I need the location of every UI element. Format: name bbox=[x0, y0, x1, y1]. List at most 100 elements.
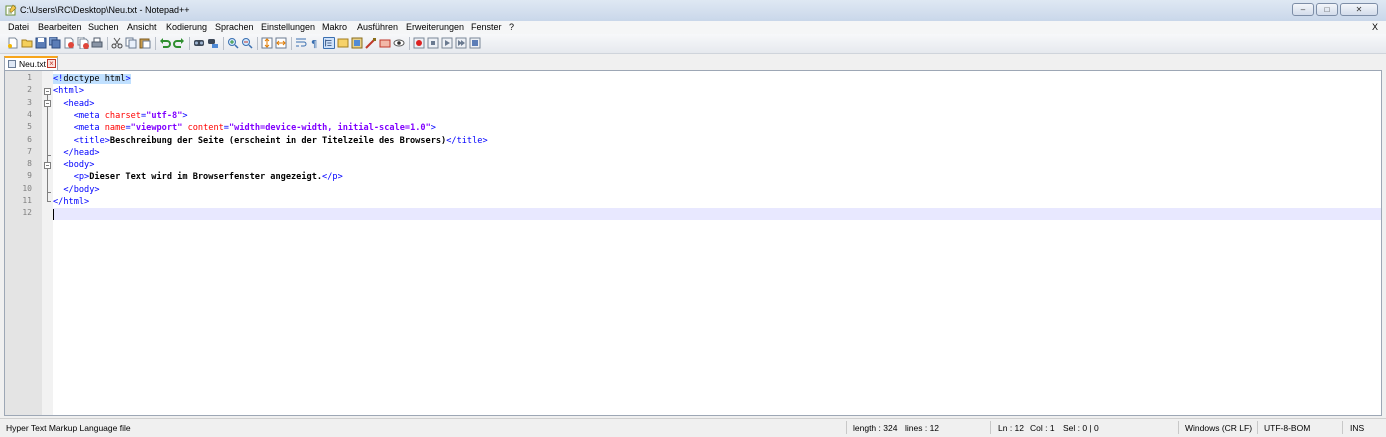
tab-close-icon[interactable]: × bbox=[47, 59, 56, 68]
status-column: Col : 1 bbox=[1030, 423, 1055, 433]
menu-kodierung[interactable]: Kodierung bbox=[166, 22, 207, 32]
document-icon bbox=[8, 60, 16, 68]
current-line-highlight bbox=[53, 208, 1381, 220]
fold-toggle-body[interactable] bbox=[44, 162, 51, 169]
function-list-icon[interactable] bbox=[365, 37, 377, 49]
menu-einstellungen[interactable]: Einstellungen bbox=[261, 22, 315, 32]
folder-workspace-icon[interactable] bbox=[379, 37, 391, 49]
code-line[interactable]: <html> bbox=[53, 85, 84, 97]
code-line[interactable]: </html> bbox=[53, 196, 89, 208]
code-token: </p> bbox=[322, 172, 343, 183]
stop-record-icon[interactable] bbox=[427, 37, 439, 49]
toolbar-separator bbox=[189, 37, 190, 50]
code-line[interactable]: <body> bbox=[53, 159, 94, 171]
menu-help[interactable]: ? bbox=[509, 22, 514, 32]
open-file-icon[interactable] bbox=[21, 37, 33, 49]
cut-icon[interactable] bbox=[111, 37, 123, 49]
menu-ausfuehren[interactable]: Ausführen bbox=[357, 22, 398, 32]
editor[interactable]: 1 2 3 4 5 6 7 8 9 10 11 12 <!doctype html> <html> <h… bbox=[4, 70, 1382, 416]
notepadpp-logo-icon bbox=[5, 4, 17, 16]
code-line[interactable]: <!doctype html> bbox=[53, 73, 131, 85]
code-token: > bbox=[182, 110, 188, 121]
code-line[interactable]: <meta name="viewport" content="width=dev… bbox=[53, 122, 436, 134]
zoom-in-icon[interactable] bbox=[227, 37, 239, 49]
line-number: 6 bbox=[27, 134, 32, 144]
find-icon[interactable] bbox=[193, 37, 205, 49]
code-line[interactable]: <p>Dieser Text wird im Browserfenster an… bbox=[53, 171, 343, 183]
menu-ansicht[interactable]: Ansicht bbox=[127, 22, 157, 32]
save-macro-icon[interactable] bbox=[469, 37, 481, 49]
minimize-button[interactable]: – bbox=[1292, 3, 1314, 16]
user-language-icon[interactable] bbox=[337, 37, 349, 49]
code-token: "utf-8" bbox=[146, 110, 183, 121]
close-icon[interactable] bbox=[63, 37, 75, 49]
replace-icon[interactable] bbox=[207, 37, 219, 49]
menu-erweiterungen[interactable]: Erweiterungen bbox=[406, 22, 464, 32]
code-token: <head> bbox=[53, 98, 95, 109]
menu-bearbeiten[interactable]: Bearbeiten bbox=[38, 22, 82, 32]
maximize-button[interactable]: □ bbox=[1316, 3, 1338, 16]
fold-toggle-head[interactable] bbox=[44, 100, 51, 107]
toolbar-separator bbox=[223, 37, 224, 50]
tab-bar: Neu.txt × bbox=[0, 54, 1386, 70]
code-token: content bbox=[187, 123, 224, 134]
code-line[interactable]: <head> bbox=[53, 98, 94, 110]
indent-guide-icon[interactable] bbox=[323, 37, 335, 49]
zoom-out-icon[interactable] bbox=[241, 37, 253, 49]
monitoring-icon[interactable] bbox=[393, 37, 405, 49]
code-token: </body> bbox=[53, 184, 100, 195]
tab-label: Neu.txt bbox=[19, 59, 46, 69]
paste-icon[interactable] bbox=[139, 37, 151, 49]
code-token: <! bbox=[53, 74, 64, 84]
fold-end-html bbox=[47, 201, 51, 202]
code-token: <meta bbox=[53, 123, 105, 134]
code-token: <p> bbox=[53, 172, 90, 183]
sync-vertical-icon[interactable] bbox=[261, 37, 273, 49]
new-file-icon[interactable] bbox=[7, 37, 19, 49]
play-macro-icon[interactable] bbox=[441, 37, 453, 49]
fold-end-head bbox=[47, 155, 51, 156]
code-line[interactable]: </body> bbox=[53, 184, 100, 196]
menu-sprachen[interactable]: Sprachen bbox=[215, 22, 254, 32]
menu-suchen[interactable]: Suchen bbox=[88, 22, 119, 32]
sync-horizontal-icon[interactable] bbox=[275, 37, 287, 49]
close-all-icon[interactable] bbox=[77, 37, 89, 49]
line-number: 5 bbox=[27, 122, 32, 132]
close-document-button[interactable]: X bbox=[1372, 22, 1378, 32]
close-window-button[interactable]: ✕ bbox=[1340, 3, 1378, 16]
save-all-icon[interactable] bbox=[49, 37, 61, 49]
code-token: Dieser Text wird im Browserfenster angez… bbox=[89, 172, 323, 183]
toolbar-separator bbox=[257, 37, 258, 50]
tab-neu-txt[interactable]: Neu.txt × bbox=[4, 56, 58, 70]
code-token: Beschreibung der Seite (erscheint in der… bbox=[109, 135, 447, 146]
code-token: > bbox=[430, 123, 436, 134]
print-icon[interactable] bbox=[91, 37, 103, 49]
status-separator bbox=[846, 421, 847, 434]
show-all-chars-icon[interactable]: ¶ bbox=[309, 37, 321, 49]
undo-icon[interactable] bbox=[159, 37, 171, 49]
toolbar-separator bbox=[155, 37, 156, 50]
menu-bar: Datei Bearbeiten Suchen Ansicht Kodierun… bbox=[0, 21, 1386, 34]
line-number: 8 bbox=[27, 159, 32, 169]
menu-datei[interactable]: Datei bbox=[8, 22, 29, 32]
save-icon[interactable] bbox=[35, 37, 47, 49]
line-number: 7 bbox=[27, 146, 32, 156]
window-title: C:\Users\RC\Desktop\Neu.txt - Notepad++ bbox=[20, 5, 190, 15]
menu-fenster[interactable]: Fenster bbox=[471, 22, 502, 32]
code-line[interactable]: </head> bbox=[53, 147, 99, 159]
code-token: </title> bbox=[446, 135, 488, 146]
copy-icon[interactable] bbox=[125, 37, 137, 49]
code-token: "width=device-width, initial-scale=1.0" bbox=[228, 123, 431, 134]
maximize-icon: □ bbox=[1324, 5, 1330, 14]
doc-map-icon[interactable] bbox=[351, 37, 363, 49]
fold-toggle-html[interactable] bbox=[44, 88, 51, 95]
code-line[interactable]: <meta charset="utf-8"> bbox=[53, 110, 188, 122]
word-wrap-icon[interactable] bbox=[295, 37, 307, 49]
close-icon: ✕ bbox=[1355, 5, 1363, 14]
code-token: "viewport" bbox=[130, 123, 183, 134]
menu-makro[interactable]: Makro bbox=[322, 22, 347, 32]
play-multiple-icon[interactable] bbox=[455, 37, 467, 49]
code-line[interactable]: <title>Beschreibung der Seite (erscheint… bbox=[53, 135, 488, 147]
redo-icon[interactable] bbox=[173, 37, 185, 49]
record-macro-icon[interactable] bbox=[413, 37, 425, 49]
